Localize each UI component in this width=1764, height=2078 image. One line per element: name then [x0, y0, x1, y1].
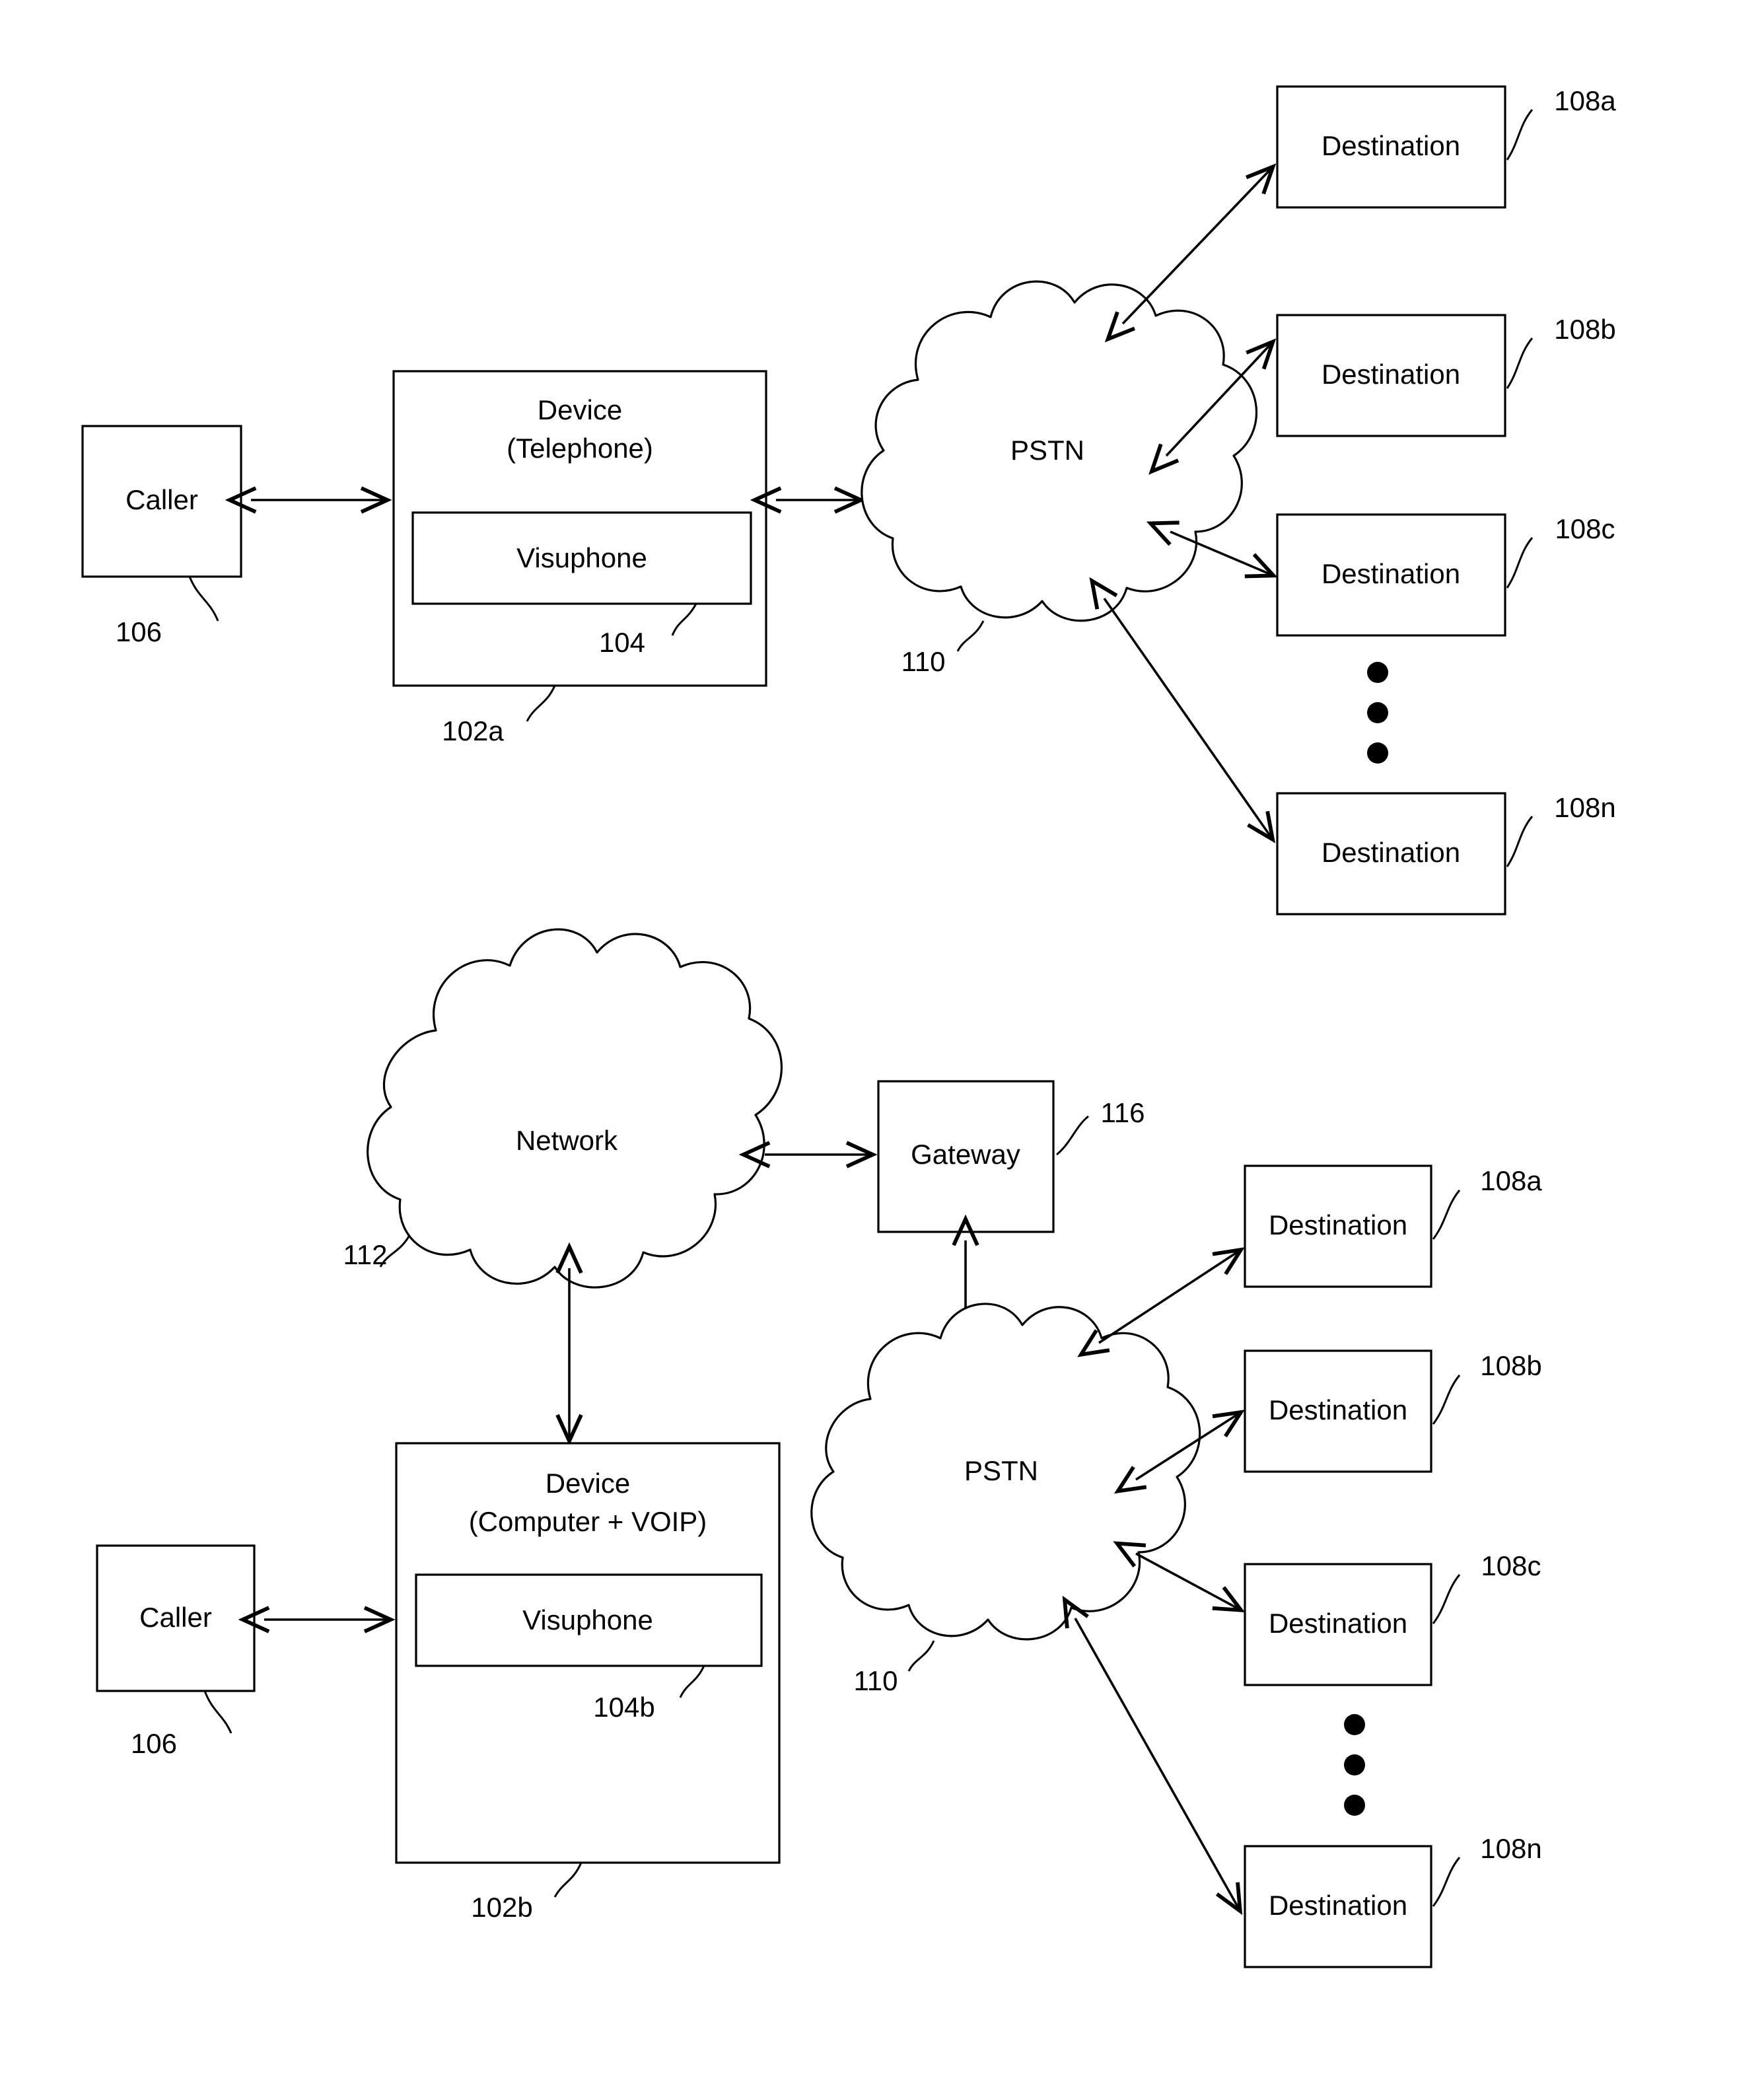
upper-destination-c-label: Destination — [1322, 558, 1460, 589]
lower-gateway-leader-line — [1056, 1115, 1089, 1156]
upper-caller-ref: 106 — [116, 616, 162, 647]
lower-network-cloud[interactable] — [367, 928, 783, 1289]
lower-device-label-line1: Device — [546, 1468, 630, 1499]
lower-destination-b-label: Destination — [1269, 1394, 1407, 1425]
lower-caller-label: Caller — [139, 1602, 212, 1633]
upper-device-ref: 102a — [442, 715, 504, 746]
upper-destination-c-node[interactable]: Destination — [1276, 513, 1506, 637]
lower-destination-n-node[interactable]: Destination — [1244, 1845, 1432, 1968]
lower-gateway-ref: 116 — [1101, 1097, 1145, 1128]
upper-destination-b-leader-line — [1506, 338, 1534, 389]
lower-ellipsis — [1344, 1714, 1365, 1816]
upper-pstn-dest-n-arrow — [1089, 577, 1276, 843]
upper-destination-n-ref: 108n — [1554, 792, 1615, 823]
upper-ellipsis-dot-1 — [1367, 662, 1388, 683]
lower-destination-a-node[interactable]: Destination — [1244, 1164, 1432, 1288]
lower-ellipsis-dot-2 — [1344, 1754, 1365, 1775]
upper-ellipsis — [1367, 662, 1388, 764]
upper-visuphone-ref: 104 — [599, 627, 645, 658]
lower-visuphone-label: Visuphone — [522, 1604, 653, 1635]
lower-destination-a-leader-line — [1432, 1190, 1461, 1240]
upper-destination-c-ref: 108c — [1555, 513, 1615, 544]
upper-destination-n-node[interactable]: Destination — [1276, 792, 1506, 915]
lower-device-leader-line — [553, 1862, 582, 1898]
lower-caller-node[interactable]: Caller — [96, 1544, 256, 1692]
lower-panel: Network 112 Gateway 116 Caller 106 Devic… — [96, 928, 1542, 1968]
upper-pstn-ref: 110 — [901, 646, 946, 677]
lower-ellipsis-dot-3 — [1344, 1795, 1365, 1816]
lower-pstn-node[interactable]: PSTN — [810, 1303, 1201, 1641]
patent-figure-root: Caller 106 Device (Telephone) Visuphone … — [0, 0, 1764, 2078]
upper-ellipsis-dot-3 — [1367, 742, 1388, 764]
upper-caller-node[interactable]: Caller — [81, 425, 242, 578]
upper-device-leader-line — [526, 685, 556, 722]
upper-destination-a-label: Destination — [1322, 130, 1460, 161]
upper-panel: Caller 106 Device (Telephone) Visuphone … — [81, 85, 1616, 915]
lower-device-ref: 102b — [471, 1892, 532, 1923]
lower-ellipsis-dot-1 — [1344, 1714, 1365, 1735]
upper-destination-n-leader-line — [1506, 816, 1534, 867]
lower-device-label-line2: (Computer + VOIP) — [469, 1506, 707, 1537]
upper-device-label-line2: (Telephone) — [507, 433, 653, 464]
lower-destination-n-ref: 108n — [1480, 1833, 1541, 1864]
lower-visuphone-ref: 104b — [593, 1692, 654, 1723]
upper-visuphone-label: Visuphone — [516, 542, 647, 573]
upper-device-label-line1: Device — [538, 394, 622, 425]
lower-gateway-node[interactable]: Gateway — [877, 1080, 1055, 1233]
lower-destination-b-ref: 108b — [1480, 1350, 1541, 1381]
upper-destination-b-ref: 108b — [1554, 314, 1615, 345]
lower-pstn-dest-n-arrow — [1062, 1595, 1243, 1916]
lower-caller-leader-line — [203, 1690, 232, 1734]
lower-destination-c-node[interactable]: Destination — [1244, 1563, 1432, 1686]
lower-pstn-dest-a-arrow — [1077, 1247, 1245, 1357]
lower-destination-a-ref: 108a — [1480, 1165, 1542, 1196]
lower-destination-c-ref: 108c — [1481, 1550, 1541, 1581]
lower-destination-c-label: Destination — [1269, 1608, 1407, 1639]
upper-caller-leader-line — [188, 576, 219, 622]
upper-device-node[interactable]: Device (Telephone) Visuphone — [392, 370, 767, 687]
lower-network-node[interactable]: Network — [367, 928, 783, 1289]
upper-destination-b-label: Destination — [1322, 359, 1460, 390]
upper-destination-b-node[interactable]: Destination — [1276, 314, 1506, 437]
lower-destination-c-leader-line — [1432, 1574, 1461, 1624]
lower-pstn-leader-line — [907, 1640, 935, 1672]
upper-destination-a-leader-line — [1506, 109, 1534, 161]
lower-destination-a-label: Destination — [1269, 1209, 1407, 1240]
lower-caller-ref: 106 — [131, 1728, 177, 1759]
lower-pstn-dest-c-arrow — [1113, 1541, 1246, 1613]
upper-pstn-dest-a-arrow — [1104, 163, 1277, 343]
lower-destination-b-leader-line — [1432, 1375, 1461, 1425]
lower-gateway-label: Gateway — [911, 1139, 1020, 1170]
lower-destination-n-label: Destination — [1269, 1890, 1407, 1921]
upper-caller-label: Caller — [125, 484, 198, 515]
upper-destination-c-leader-line — [1506, 537, 1534, 589]
lower-network-ref: 112 — [343, 1239, 388, 1270]
upper-destination-a-node[interactable]: Destination — [1276, 85, 1506, 209]
lower-network-label: Network — [516, 1125, 618, 1156]
diagram-canvas: Caller 106 Device (Telephone) Visuphone … — [81, 85, 1616, 1968]
upper-pstn-node[interactable]: PSTN — [861, 280, 1258, 622]
upper-destination-n-label: Destination — [1322, 837, 1460, 868]
lower-pstn-ref: 110 — [854, 1665, 898, 1696]
lower-destination-n-leader-line — [1432, 1857, 1461, 1907]
upper-pstn-leader-line — [956, 620, 985, 652]
lower-pstn-label: PSTN — [964, 1455, 1038, 1486]
upper-pstn-label: PSTN — [1010, 435, 1084, 466]
upper-destination-a-ref: 108a — [1554, 85, 1616, 116]
lower-destination-b-node[interactable]: Destination — [1244, 1349, 1432, 1473]
upper-ellipsis-dot-2 — [1367, 702, 1388, 723]
lower-device-node[interactable]: Device (Computer + VOIP) Visuphone — [395, 1442, 781, 1864]
